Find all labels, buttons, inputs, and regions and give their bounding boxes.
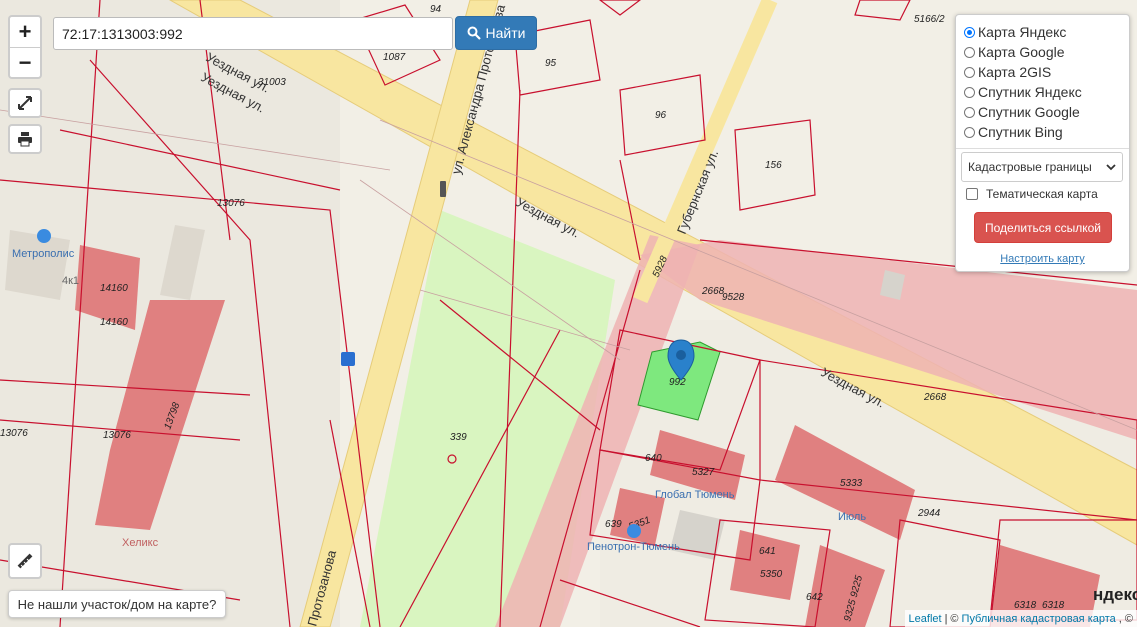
layer-option-yandex-satellite[interactable]: Спутник Яндекс (964, 82, 1082, 102)
parcel-number: 642 (806, 592, 823, 603)
poi-label[interactable]: Июль (838, 511, 866, 523)
radio-button[interactable] (964, 86, 975, 98)
zoom-control: + − (8, 15, 42, 79)
overlay-select-value: Кадастровые границы (968, 160, 1092, 174)
layer-option-2gis-map[interactable]: Карта 2GIS (964, 62, 1082, 82)
attribution: Leaflet | © Публичная кадастровая карта … (904, 610, 1137, 627)
divider (956, 148, 1129, 149)
poi-label[interactable]: Хеликс (122, 537, 159, 549)
overlay-select[interactable]: Кадастровые границы (961, 152, 1123, 182)
parcel-number: 2944 (917, 508, 941, 519)
layer-label: Карта Яндекс (978, 24, 1067, 40)
radio-button[interactable] (964, 26, 975, 38)
bus-stop-icon[interactable] (341, 352, 355, 366)
parcel-number: 14160 (100, 317, 128, 328)
layer-label: Карта Google (978, 44, 1065, 60)
parcel-number: 9528 (722, 292, 745, 303)
shop-icon[interactable] (37, 229, 51, 243)
parcel-number: 94 (430, 4, 442, 15)
parcel-number: 641 (759, 546, 776, 557)
radio-button[interactable] (964, 106, 975, 118)
chevron-down-icon (1106, 164, 1116, 171)
layer-option-google-map[interactable]: Карта Google (964, 42, 1082, 62)
base-layer-list: Карта Яндекс Карта Google Карта 2GIS Спу… (964, 22, 1082, 142)
layer-label: Спутник Яндекс (978, 84, 1082, 100)
search-button[interactable]: Найти (455, 16, 537, 50)
checkbox[interactable] (966, 188, 978, 200)
parcel-number: 156 (765, 160, 782, 171)
parcel-number: 5327 (692, 467, 715, 478)
cadastral-search-input[interactable] (53, 17, 453, 50)
parcel-number: 339 (450, 432, 467, 443)
ruler-icon (17, 553, 33, 569)
parcel-number: 992 (669, 377, 686, 388)
layer-option-google-satellite[interactable]: Спутник Google (964, 102, 1082, 122)
print-button[interactable] (8, 124, 42, 154)
building (5, 230, 70, 300)
attribution-copyright: © (950, 612, 959, 625)
parcel-number: 5333 (840, 478, 863, 489)
parcel-number: 95 (545, 58, 557, 69)
search-box (53, 17, 453, 50)
layer-option-yandex-map[interactable]: Карта Яндекс (964, 22, 1082, 42)
poi-icon[interactable] (627, 524, 641, 538)
thematic-map-toggle[interactable]: Тематическая карта (966, 187, 1098, 201)
printer-icon (18, 132, 32, 147)
radio-button[interactable] (964, 46, 975, 58)
leaflet-link[interactable]: Leaflet (909, 613, 942, 625)
parcel-number: 14160 (100, 283, 128, 294)
layer-label: Карта 2GIS (978, 64, 1052, 80)
thematic-map-label: Тематическая карта (986, 187, 1098, 201)
layer-option-bing-satellite[interactable]: Спутник Bing (964, 122, 1082, 142)
parcel-number: 5350 (760, 569, 783, 580)
parcel-number: 96 (655, 110, 667, 121)
parcel-number: 13076 (103, 430, 131, 441)
fullscreen-button[interactable] (8, 88, 42, 118)
fullscreen-icon (18, 96, 32, 110)
parcel-number: 5166/2 (914, 14, 945, 25)
parcel-number: 2668 (923, 392, 947, 403)
parcel-number: 640 (645, 453, 662, 464)
attribution-separator: | (944, 612, 948, 625)
layers-panel: Карта Яндекс Карта Google Карта 2GIS Спу… (955, 14, 1130, 272)
measure-button[interactable] (8, 543, 42, 579)
not-found-button[interactable]: Не нашли участок/дом на карте? (8, 590, 226, 618)
radio-button[interactable] (964, 66, 975, 78)
attribution-tail: , © (1118, 612, 1133, 625)
search-icon (467, 26, 481, 40)
parcel-number: 31003 (258, 77, 286, 88)
yandex-logo: ндекс (1093, 585, 1137, 604)
poi-label: 4к1 (62, 275, 79, 287)
configure-map-link[interactable]: Настроить карту (956, 253, 1129, 265)
radio-button[interactable] (964, 126, 975, 138)
zoom-out-button[interactable]: − (10, 47, 40, 78)
traffic-light-icon (440, 181, 446, 197)
poi-label[interactable]: Метрополис (12, 248, 75, 260)
poi-label[interactable]: Глобал Тюмень (655, 489, 735, 501)
layer-label: Спутник Bing (978, 124, 1063, 140)
layer-label: Спутник Google (978, 104, 1080, 120)
search-button-label: Найти (485, 25, 526, 41)
poi-label[interactable]: Пенотрон-Тюмень (587, 541, 680, 553)
parcel-number: 639 (605, 519, 622, 530)
parcel-number: 13076 (217, 198, 245, 209)
zoom-in-button[interactable]: + (10, 17, 40, 47)
parcel-number: 13076 (0, 428, 28, 439)
parcel-number: 1087 (383, 52, 406, 63)
pkk-link[interactable]: Публичная кадастровая карта (962, 613, 1116, 625)
share-link-button[interactable]: Поделиться ссылкой (974, 212, 1112, 243)
